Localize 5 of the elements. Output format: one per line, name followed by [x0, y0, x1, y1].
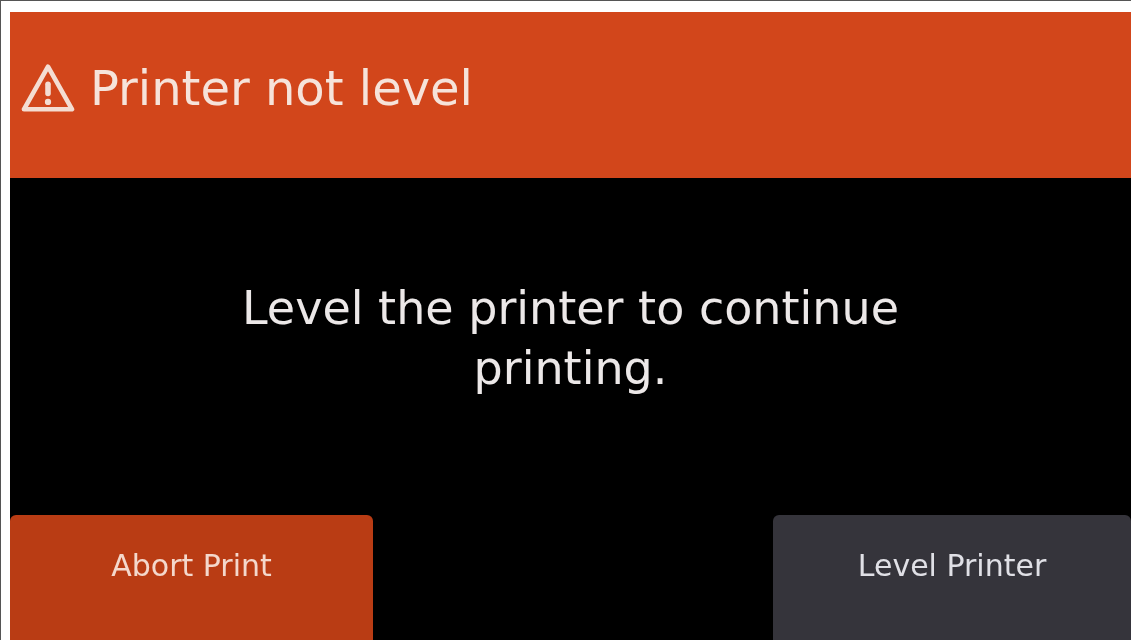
header-title: Printer not level: [90, 60, 473, 116]
warning-icon: [20, 63, 76, 113]
level-button[interactable]: Level Printer: [773, 515, 1131, 640]
message-text: Level the printer to continue printing.: [241, 280, 900, 397]
abort-button[interactable]: Abort Print: [10, 515, 373, 640]
